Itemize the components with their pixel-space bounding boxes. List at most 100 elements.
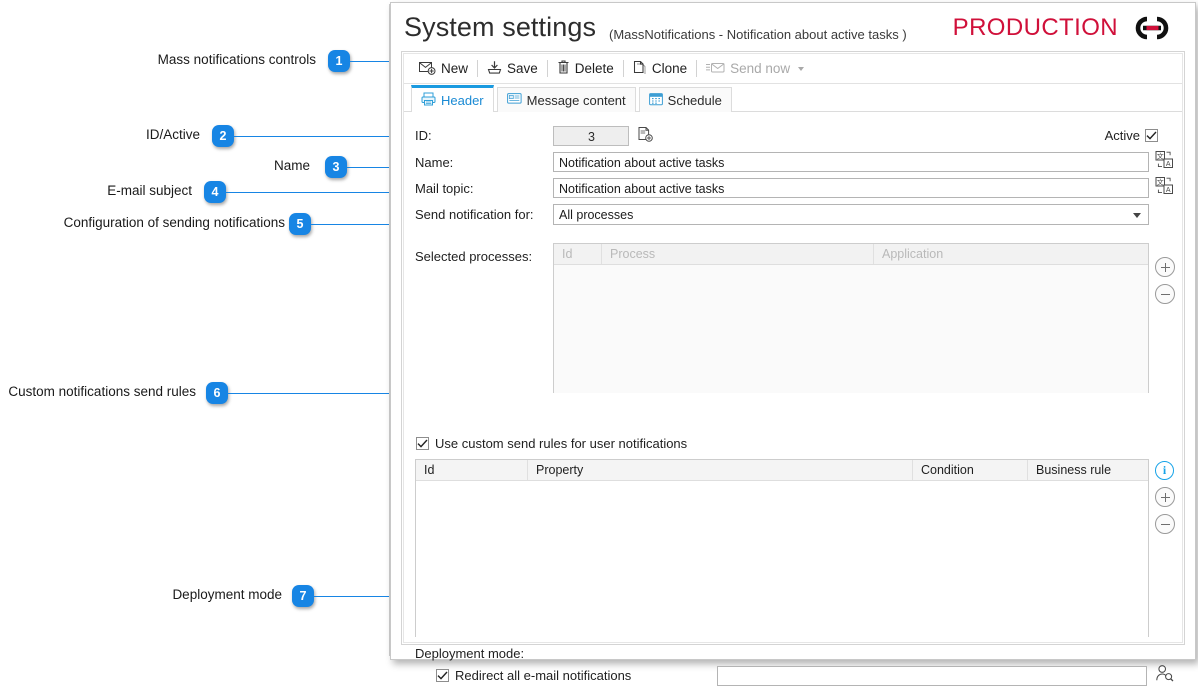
custom-send-rules-toggle[interactable]: Use custom send rules for user notificat… bbox=[416, 436, 687, 451]
save-button[interactable]: Save bbox=[479, 57, 546, 81]
mail-topic-translate-button[interactable]: 文 A bbox=[1155, 176, 1174, 200]
new-label: New bbox=[441, 61, 469, 76]
minus-icon bbox=[1160, 523, 1170, 525]
annotation-label-4: E-mail subject bbox=[107, 183, 192, 198]
active-checkbox[interactable] bbox=[1145, 129, 1158, 142]
send-notification-for-label: Send notification for: bbox=[415, 207, 534, 222]
id-field: 3 bbox=[553, 126, 629, 146]
send-mail-icon bbox=[706, 61, 725, 77]
svg-text:文: 文 bbox=[1157, 151, 1164, 160]
delete-button[interactable]: Delete bbox=[549, 57, 622, 81]
save-label: Save bbox=[507, 61, 538, 76]
redirect-emails-checkbox[interactable] bbox=[436, 669, 449, 682]
window-titlebar: System settings (MassNotifications - Not… bbox=[391, 3, 1195, 51]
annotation-leader-4 bbox=[226, 192, 412, 193]
translate-icon: 文 A bbox=[1155, 151, 1174, 173]
column-header-id[interactable]: Id bbox=[554, 244, 602, 264]
mail-topic-row: Mail topic: Notification about active ta… bbox=[415, 176, 1174, 200]
id-label: ID: bbox=[415, 128, 432, 143]
selected-processes-label: Selected processes: bbox=[415, 249, 533, 264]
actions-toolbar: New Save Delete Clone Send now bbox=[404, 54, 1182, 84]
id-lookup-button[interactable] bbox=[637, 126, 654, 148]
column-header-property[interactable]: Property bbox=[528, 460, 913, 480]
send-rules-grid[interactable]: Id Property Condition Business rule bbox=[415, 459, 1149, 637]
user-search-icon bbox=[1155, 665, 1174, 687]
mail-topic-label: Mail topic: bbox=[415, 181, 474, 196]
header-tab-form: ID: 3 Active Name: Notification about ac… bbox=[404, 112, 1182, 686]
tab-message-content[interactable]: Message content bbox=[496, 87, 636, 112]
annotation-badge-5: 5 bbox=[289, 213, 311, 235]
tabstrip: Header Message content Schedule bbox=[404, 85, 1182, 112]
annotation-badge-4: 4 bbox=[204, 181, 226, 203]
annotation-label-6: Custom notifications send rules bbox=[8, 384, 196, 399]
translate-icon: 文 A bbox=[1155, 177, 1174, 199]
toolbar-separator bbox=[696, 60, 698, 77]
selected-processes-grid[interactable]: Id Process Application bbox=[553, 243, 1149, 393]
redirect-emails-toggle[interactable]: Redirect all e-mail notifications bbox=[436, 668, 631, 683]
annotation-label-7: Deployment mode bbox=[172, 587, 282, 602]
new-mail-icon bbox=[419, 60, 436, 78]
product-logo: PRODUCTION bbox=[953, 14, 1183, 42]
toolbar-separator bbox=[622, 60, 624, 77]
tab-schedule-label: Schedule bbox=[667, 92, 722, 108]
selected-processes-rows bbox=[554, 265, 1148, 393]
mail-topic-field[interactable]: Notification about active tasks bbox=[553, 178, 1149, 198]
column-header-id[interactable]: Id bbox=[416, 460, 528, 480]
column-header-condition[interactable]: Condition bbox=[913, 460, 1028, 480]
annotation-label-5: Configuration of sending notifications bbox=[63, 215, 285, 230]
annotation-badge-3: 3 bbox=[325, 156, 347, 178]
svg-text:A: A bbox=[1166, 161, 1171, 168]
minus-icon bbox=[1160, 293, 1170, 295]
select-user-button[interactable] bbox=[1155, 664, 1174, 688]
custom-send-rules-checkbox[interactable] bbox=[416, 437, 429, 450]
send-rules-rows bbox=[416, 481, 1148, 637]
column-header-business-rule[interactable]: Business rule bbox=[1028, 460, 1148, 480]
tab-header[interactable]: Header bbox=[411, 85, 494, 112]
column-header-process[interactable]: Process bbox=[602, 244, 874, 264]
tab-message-content-label: Message content bbox=[526, 92, 626, 108]
redirect-target-input[interactable] bbox=[717, 666, 1147, 686]
active-toggle[interactable]: Active bbox=[1105, 128, 1158, 143]
send-notification-for-value: All processes bbox=[559, 208, 634, 222]
name-translate-button[interactable]: 文 A bbox=[1155, 150, 1174, 174]
add-process-button[interactable] bbox=[1155, 257, 1175, 277]
page-subtitle: (MassNotifications - Notification about … bbox=[609, 27, 907, 42]
send-now-button[interactable]: Send now bbox=[698, 57, 812, 81]
active-label: Active bbox=[1104, 128, 1140, 143]
send-notification-for-select[interactable]: All processes bbox=[553, 204, 1149, 225]
chain-links-icon bbox=[1121, 14, 1183, 42]
annotation-badge-6: 6 bbox=[206, 382, 228, 404]
clone-button[interactable]: Clone bbox=[625, 57, 695, 81]
annotation-leader-6 bbox=[228, 393, 412, 394]
annotation-label-2: ID/Active bbox=[145, 127, 200, 142]
remove-process-button[interactable] bbox=[1155, 284, 1175, 304]
rules-info-button[interactable]: i bbox=[1155, 461, 1174, 480]
column-header-application[interactable]: Application bbox=[874, 244, 1148, 264]
delete-label: Delete bbox=[574, 61, 614, 76]
send-rules-header: Id Property Condition Business rule bbox=[416, 460, 1148, 481]
annotation-badge-1: 1 bbox=[328, 50, 350, 72]
copy-pages-icon bbox=[633, 60, 647, 78]
send-now-label: Send now bbox=[730, 61, 791, 76]
logo-text: PRODUCTION bbox=[952, 14, 1118, 41]
save-icon bbox=[487, 60, 502, 78]
document-settings-icon bbox=[637, 127, 654, 147]
remove-rule-button[interactable] bbox=[1155, 514, 1175, 534]
deployment-mode-label: Deployment mode: bbox=[415, 646, 525, 661]
screenshot-root: Mass notifications controls 1 ID/Active … bbox=[0, 0, 1198, 686]
add-rule-button[interactable] bbox=[1155, 487, 1175, 507]
tab-schedule[interactable]: Schedule bbox=[638, 87, 732, 112]
annotation-label-1: Mass notifications controls bbox=[157, 52, 316, 67]
svg-text:A: A bbox=[1166, 187, 1171, 194]
name-field[interactable]: Notification about active tasks bbox=[553, 152, 1149, 172]
chevron-down-icon bbox=[1133, 213, 1141, 218]
system-settings-window: System settings (MassNotifications - Not… bbox=[390, 2, 1196, 686]
custom-send-rules-label: Use custom send rules for user notificat… bbox=[435, 436, 688, 451]
header-printer-icon bbox=[421, 92, 436, 109]
toolbar-separator bbox=[477, 60, 479, 77]
new-button[interactable]: New bbox=[411, 57, 476, 81]
name-row: Name: Notification about active tasks 文 … bbox=[415, 150, 1174, 174]
annotation-badge-2: 2 bbox=[212, 125, 234, 147]
annotation-leader-2 bbox=[234, 136, 412, 137]
settings-panel: New Save Delete Clone Send now Header Me… bbox=[401, 51, 1185, 686]
